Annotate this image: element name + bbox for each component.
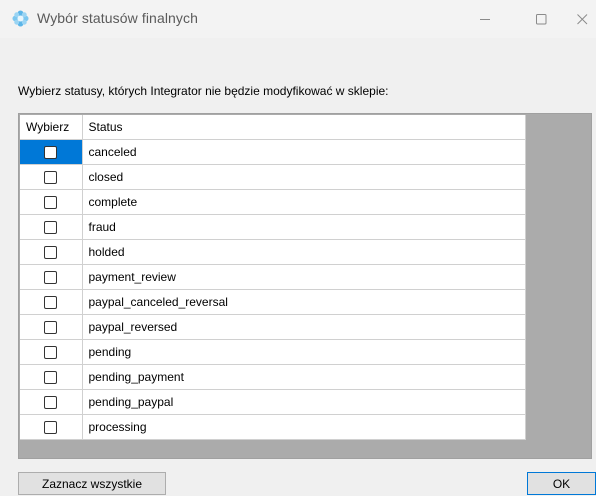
- select-cell[interactable]: [20, 389, 83, 415]
- status-cell[interactable]: holded: [82, 239, 526, 265]
- table-row[interactable]: complete: [20, 189, 526, 215]
- status-checkbox[interactable]: [44, 320, 58, 334]
- status-checkbox[interactable]: [44, 195, 58, 209]
- status-checkbox[interactable]: [44, 370, 58, 384]
- table-row[interactable]: holded: [20, 239, 526, 265]
- status-checkbox[interactable]: [44, 245, 58, 259]
- column-header-status[interactable]: Status: [82, 115, 526, 140]
- select-cell[interactable]: [20, 214, 83, 240]
- select-cell[interactable]: [20, 264, 83, 290]
- ok-button[interactable]: OK: [527, 472, 596, 495]
- status-cell[interactable]: closed: [82, 164, 526, 190]
- close-button[interactable]: [568, 0, 596, 38]
- close-icon: [576, 13, 587, 24]
- select-cell[interactable]: [20, 339, 83, 365]
- select-cell[interactable]: [20, 139, 83, 165]
- gear-flower-icon: [12, 10, 29, 27]
- select-cell[interactable]: [20, 289, 83, 315]
- table-row[interactable]: pending_paypal: [20, 389, 526, 415]
- maximize-button[interactable]: [518, 0, 564, 38]
- status-table: Wybierz Status canceled closed complete fra…: [20, 115, 526, 440]
- status-checkbox[interactable]: [44, 420, 58, 434]
- select-cell[interactable]: [20, 364, 83, 390]
- table-row[interactable]: processing: [20, 414, 526, 440]
- instruction-label: Wybierz statusy, których Integrator nie …: [18, 84, 389, 98]
- status-cell[interactable]: pending_paypal: [82, 389, 526, 415]
- table-row[interactable]: paypal_reversed: [20, 314, 526, 340]
- table-row[interactable]: pending: [20, 339, 526, 365]
- title-bar[interactable]: Wybór statusów finalnych: [0, 0, 596, 38]
- status-cell[interactable]: paypal_canceled_reversal: [82, 289, 526, 315]
- select-cell[interactable]: [20, 239, 83, 265]
- select-cell[interactable]: [20, 314, 83, 340]
- grid-header-row: Wybierz Status: [20, 115, 526, 140]
- status-cell[interactable]: processing: [82, 414, 526, 440]
- status-cell[interactable]: complete: [82, 189, 526, 215]
- status-checkbox[interactable]: [44, 220, 58, 234]
- status-cell[interactable]: canceled: [82, 139, 526, 165]
- status-cell[interactable]: paypal_reversed: [82, 314, 526, 340]
- select-cell[interactable]: [20, 189, 83, 215]
- column-header-select[interactable]: Wybierz: [20, 115, 83, 140]
- table-row[interactable]: canceled: [20, 139, 526, 165]
- status-checkbox[interactable]: [44, 270, 58, 284]
- status-grid[interactable]: Wybierz Status canceled closed complete fra…: [18, 113, 592, 459]
- status-checkbox[interactable]: [44, 145, 58, 159]
- status-cell[interactable]: pending: [82, 339, 526, 365]
- maximize-icon: [535, 13, 546, 24]
- minimize-icon: [479, 18, 490, 20]
- window-title: Wybór statusów finalnych: [37, 10, 199, 26]
- table-row[interactable]: payment_review: [20, 264, 526, 290]
- select-cell[interactable]: [20, 164, 83, 190]
- table-row[interactable]: paypal_canceled_reversal: [20, 289, 526, 315]
- status-cell[interactable]: pending_payment: [82, 364, 526, 390]
- table-row[interactable]: fraud: [20, 214, 526, 240]
- status-cell[interactable]: fraud: [82, 214, 526, 240]
- status-checkbox[interactable]: [44, 170, 58, 184]
- table-row[interactable]: closed: [20, 164, 526, 190]
- minimize-button[interactable]: [462, 0, 508, 38]
- status-checkbox[interactable]: [44, 295, 58, 309]
- table-row[interactable]: pending_payment: [20, 364, 526, 390]
- select-cell[interactable]: [20, 414, 83, 440]
- select-all-button[interactable]: Zaznacz wszystkie: [18, 472, 166, 495]
- status-checkbox[interactable]: [44, 345, 58, 359]
- status-cell[interactable]: payment_review: [82, 264, 526, 290]
- status-checkbox[interactable]: [44, 395, 58, 409]
